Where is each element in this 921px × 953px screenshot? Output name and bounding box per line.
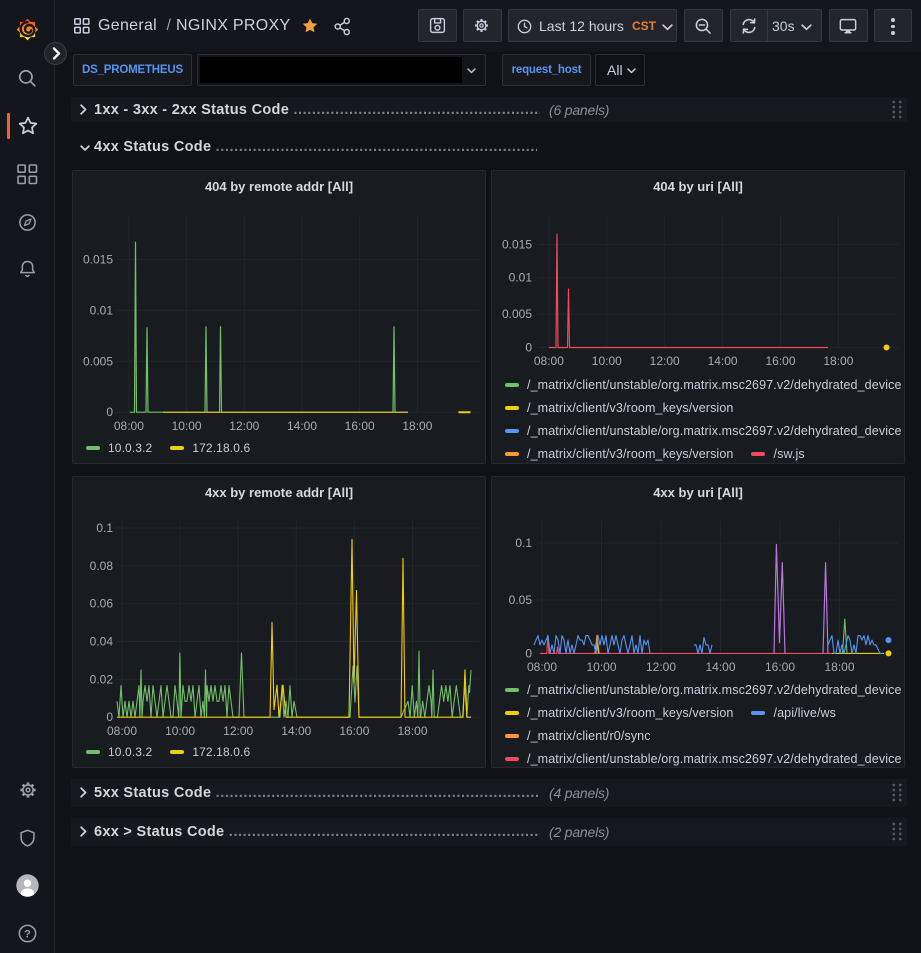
svg-text:0.005: 0.005 bbox=[83, 354, 113, 368]
svg-text:18:00: 18:00 bbox=[397, 724, 427, 738]
svg-text:14:00: 14:00 bbox=[708, 354, 738, 368]
svg-text:12:00: 12:00 bbox=[229, 419, 259, 433]
svg-text:18:00: 18:00 bbox=[824, 660, 854, 674]
svg-text:?: ? bbox=[24, 928, 31, 940]
svg-text:0: 0 bbox=[106, 710, 113, 724]
svg-text:0.005: 0.005 bbox=[502, 307, 532, 321]
svg-text:0: 0 bbox=[106, 405, 113, 419]
svg-text:0.02: 0.02 bbox=[90, 672, 114, 686]
svg-text:16:00: 16:00 bbox=[765, 354, 795, 368]
svg-text:14:00: 14:00 bbox=[705, 660, 735, 674]
svg-text:14:00: 14:00 bbox=[281, 724, 311, 738]
svg-text:16:00: 16:00 bbox=[765, 660, 795, 674]
svg-text:0.08: 0.08 bbox=[90, 559, 114, 573]
svg-text:10:00: 10:00 bbox=[165, 724, 195, 738]
svg-text:18:00: 18:00 bbox=[823, 354, 853, 368]
svg-text:0.1: 0.1 bbox=[515, 536, 532, 550]
svg-text:12:00: 12:00 bbox=[223, 724, 253, 738]
svg-text:12:00: 12:00 bbox=[650, 354, 680, 368]
svg-text:0.04: 0.04 bbox=[90, 635, 114, 649]
svg-text:0.06: 0.06 bbox=[90, 597, 114, 611]
svg-text:08:00: 08:00 bbox=[107, 724, 137, 738]
svg-text:0.05: 0.05 bbox=[509, 593, 533, 607]
svg-text:18:00: 18:00 bbox=[402, 419, 432, 433]
svg-text:0: 0 bbox=[525, 341, 532, 355]
svg-text:16:00: 16:00 bbox=[345, 419, 375, 433]
svg-text:08:00: 08:00 bbox=[527, 660, 557, 674]
svg-text:08:00: 08:00 bbox=[534, 354, 564, 368]
svg-text:0.1: 0.1 bbox=[96, 521, 113, 535]
svg-text:0: 0 bbox=[525, 646, 532, 660]
svg-text:0.015: 0.015 bbox=[83, 253, 113, 267]
svg-text:08:00: 08:00 bbox=[114, 419, 144, 433]
svg-text:16:00: 16:00 bbox=[339, 724, 369, 738]
svg-text:0.01: 0.01 bbox=[90, 303, 114, 317]
svg-text:14:00: 14:00 bbox=[287, 419, 317, 433]
svg-text:10:00: 10:00 bbox=[172, 419, 202, 433]
svg-text:0.01: 0.01 bbox=[509, 271, 533, 285]
svg-text:10:00: 10:00 bbox=[592, 354, 622, 368]
svg-text:12:00: 12:00 bbox=[646, 660, 676, 674]
svg-text:10:00: 10:00 bbox=[586, 660, 616, 674]
svg-text:0.015: 0.015 bbox=[502, 237, 532, 251]
